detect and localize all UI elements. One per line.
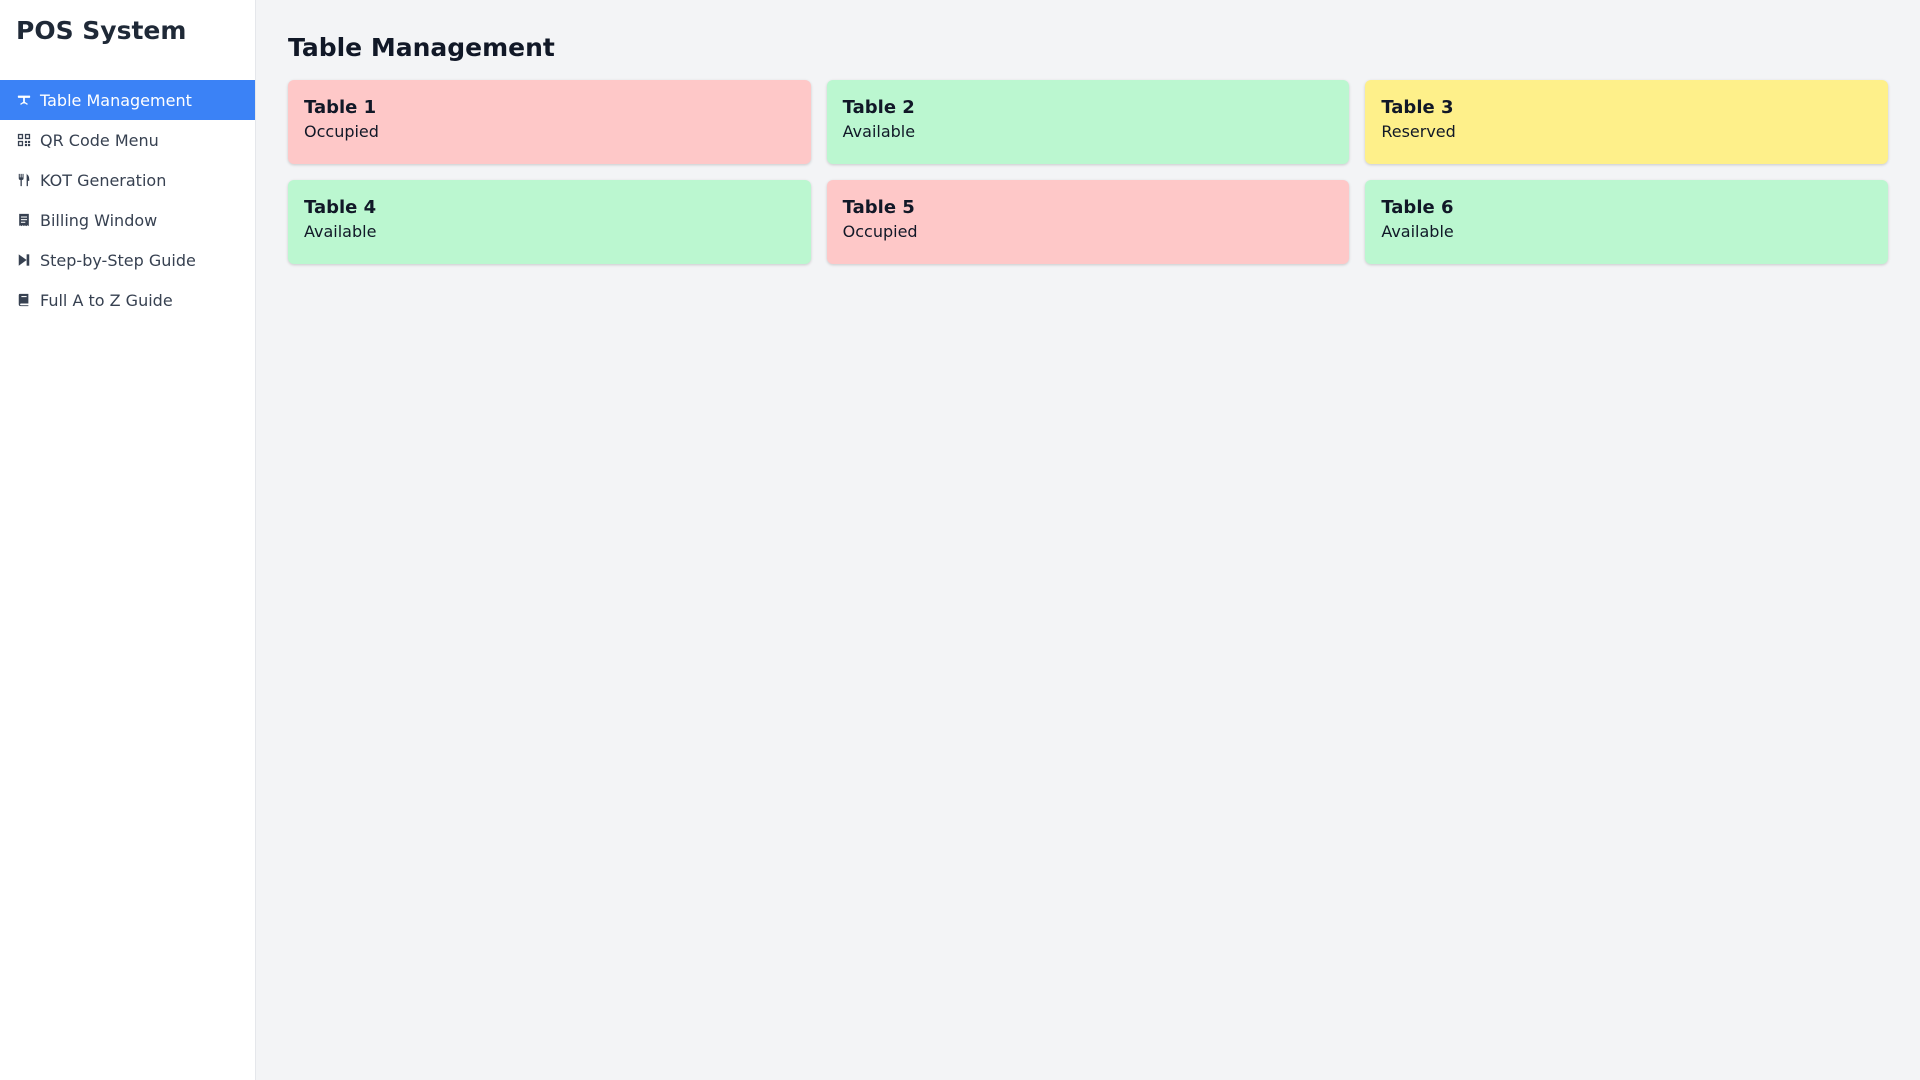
sidebar-item-step-by-step-guide[interactable]: Step-by-Step Guide (0, 240, 255, 280)
app-root: POS System Table Management QR Code Menu… (0, 0, 1920, 1080)
sidebar-item-label: Billing Window (40, 210, 158, 230)
sidebar-item-full-a-to-z-guide[interactable]: Full A to Z Guide (0, 280, 255, 320)
app-title: POS System (16, 16, 187, 45)
table-name: Table 5 (842, 197, 915, 218)
receipt-icon (16, 212, 32, 228)
sidebar-item-table-management[interactable]: Table Management (0, 80, 255, 120)
table-card-5[interactable]: Table 5 Occupied (826, 180, 1350, 264)
sidebar: POS System Table Management QR Code Menu… (0, 0, 256, 1080)
table-status: Occupied (304, 122, 379, 141)
sidebar-item-label: KOT Generation (40, 170, 167, 190)
book-icon (16, 292, 32, 308)
sidebar-item-kot-generation[interactable]: KOT Generation (0, 160, 255, 200)
utensils-icon (16, 172, 32, 188)
table-card-3[interactable]: Table 3 Reserved (1365, 80, 1888, 164)
table-name: Table 4 (304, 197, 377, 218)
table-name: Table 1 (304, 97, 377, 118)
sidebar-item-qr-code-menu[interactable]: QR Code Menu (0, 120, 255, 160)
table-card-6[interactable]: Table 6 Available (1365, 180, 1888, 264)
sidebar-item-label: Full A to Z Guide (40, 290, 173, 310)
table-name: Table 6 (1381, 197, 1454, 218)
table-status: Occupied (842, 222, 918, 241)
table-status: Available (304, 222, 377, 241)
step-forward-icon (16, 252, 32, 268)
table-icon (16, 92, 32, 108)
table-card-1[interactable]: Table 1 Occupied (288, 80, 811, 164)
main-content: Table Management Table 1 Occupied Table … (256, 0, 1920, 1080)
table-status: Reserved (1381, 122, 1456, 141)
table-card-4[interactable]: Table 4 Available (288, 180, 811, 264)
sidebar-item-label: QR Code Menu (40, 130, 159, 150)
qr-code-icon (16, 132, 32, 148)
table-card-2[interactable]: Table 2 Available (826, 80, 1350, 164)
sidebar-item-label: Table Management (40, 90, 192, 110)
table-status: Available (1381, 222, 1454, 241)
sidebar-nav: Table Management QR Code Menu KOT Genera… (0, 80, 255, 320)
sidebar-item-label: Step-by-Step Guide (40, 250, 196, 270)
table-name: Table 2 (842, 97, 915, 118)
page-title: Table Management (288, 33, 555, 62)
sidebar-item-billing-window[interactable]: Billing Window (0, 200, 255, 240)
table-grid: Table 1 Occupied Table 2 Available Table… (288, 80, 1888, 264)
table-name: Table 3 (1381, 97, 1454, 118)
table-status: Available (842, 122, 916, 141)
